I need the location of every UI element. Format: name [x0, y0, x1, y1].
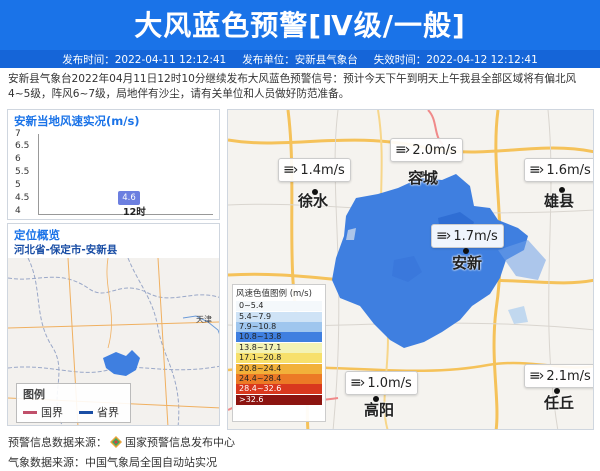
location-overview-panel: 定位概览 河北省-保定市-安新县 天津 图例 国界 省界 [7, 223, 220, 426]
legend-item-national-border: 国界 [23, 404, 63, 420]
legend-swatch-label: 24.4~28.4 [236, 373, 322, 384]
station-speed: 2.1m/s [546, 369, 591, 384]
legend-swatch-label: 0~5.4 [236, 301, 322, 312]
y-tick: 6 [15, 154, 21, 164]
legend-rows: 0~5.4 5.4~7.9 7.9~10.8 10.8~13.8 13.8~17.1 17… [236, 301, 322, 405]
publisher: 发布单位：安新县气象台 [242, 53, 358, 66]
wind-speed-panel: 安新当地风速实况(m/s) 7 6.5 6 5.5 5 4.5 4 4.6 12… [7, 109, 220, 220]
x-tick: 12时 [123, 207, 146, 218]
wind-icon: ≡› [350, 375, 365, 391]
national-border-swatch [23, 410, 37, 414]
location-title: 定位概览 [14, 228, 60, 242]
station-xiongxian-speed[interactable]: ≡› 1.6m/s [524, 158, 593, 182]
legend-swatch-label: 28.4~32.6 [236, 384, 322, 395]
station-xiongxian-name: 雄县 [544, 192, 575, 210]
station-xushui-speed[interactable]: ≡› 1.4m/s [278, 158, 351, 182]
station-anxin-name: 安新 [452, 254, 483, 272]
data-point-label[interactable]: 4.6 [118, 191, 140, 205]
publish-time: 发布时间：2022-04-11 12:12:41 [62, 53, 227, 66]
wind-speed-color-legend: 风速色值图例 (m/s) 0~5.4 5.4~7.9 7.9~10.8 10.8~13… [232, 284, 326, 422]
legend-row: 10.8~13.8 [236, 332, 322, 343]
station-speed: 2.0m/s [412, 143, 457, 158]
legend-title: 风速色值图例 (m/s) [236, 289, 312, 299]
warning-center-logo-icon [110, 436, 122, 448]
legend-swatch-label: 7.9~10.8 [236, 321, 322, 332]
station-gaoyang-speed[interactable]: ≡› 1.0m/s [345, 371, 418, 395]
legend-row: 24.4~28.4 [236, 373, 322, 384]
legend-row: >32.6 [236, 394, 322, 405]
warning-source-line: 预警信息数据来源： 国家预警信息发布中心 [8, 434, 235, 450]
warning-source-label: 预警信息数据来源： [8, 436, 107, 449]
province-border-swatch [79, 410, 93, 414]
y-tick: 4.5 [15, 193, 30, 203]
station-renqiu-speed[interactable]: ≡› 2.1m/s [524, 364, 593, 388]
legend-swatch-label: 10.8~13.8 [236, 332, 322, 343]
wind-icon: ≡› [395, 142, 410, 158]
legend-row: 5.4~7.9 [236, 311, 322, 322]
wind-icon: ≡› [283, 162, 298, 178]
station-speed: 1.6m/s [546, 163, 591, 178]
legend-row: 13.8~17.1 [236, 342, 322, 353]
station-rongcheng-name: 容城 [408, 169, 439, 187]
map-city-label: 天津 [196, 315, 212, 324]
wind-icon: ≡› [436, 228, 451, 244]
meta-bar: 发布时间：2022-04-11 12:12:41 发布单位：安新县气象台 失效时… [0, 50, 600, 68]
station-anxin-speed[interactable]: ≡› 1.7m/s [431, 224, 504, 248]
legend-row: 20.8~24.4 [236, 363, 322, 374]
legend-row: 7.9~10.8 [236, 321, 322, 332]
page-title: 大风蓝色预警[Ⅳ级/一般] [134, 9, 466, 42]
y-tick: 4 [15, 206, 21, 216]
y-axis [38, 134, 39, 214]
wind-icon: ≡› [529, 162, 544, 178]
station-xushui-name: 徐水 [298, 192, 329, 210]
header-banner: 大风蓝色预警[Ⅳ级/一般] 发布时间：2022-04-11 12:12:41 发… [0, 0, 600, 68]
warning-description: 安新县气象台2022年04月11日12时10分继续发布大风蓝色预警信号：预计今天… [8, 73, 577, 100]
y-tick: 6.5 [15, 141, 30, 151]
legend-swatch-label: 5.4~7.9 [236, 311, 322, 322]
legend-swatch-label: 13.8~17.1 [236, 342, 322, 353]
overview-map[interactable]: 天津 图例 国界 省界 [8, 257, 219, 425]
station-speed: 1.7m/s [453, 229, 498, 244]
legend-swatch-label: >32.6 [236, 394, 322, 405]
station-speed: 1.4m/s [300, 163, 345, 178]
legend-row: 17.1~20.8 [236, 353, 322, 364]
warning-source-name[interactable]: 国家预警信息发布中心 [125, 434, 235, 450]
legend-title: 图例 [23, 388, 45, 401]
legend-row: 0~5.4 [236, 301, 322, 312]
wind-speed-title: 安新当地风速实况(m/s) [14, 114, 140, 128]
expire-time: 失效时间：2022-04-12 12:12:41 [373, 53, 538, 66]
legend-item-province-border: 省界 [79, 404, 119, 420]
station-gaoyang-name: 高阳 [364, 401, 395, 419]
station-speed: 1.0m/s [367, 376, 412, 391]
station-renqiu-name: 任丘 [544, 394, 575, 412]
location-path: 河北省-保定市-安新县 [14, 244, 118, 256]
wind-icon: ≡› [529, 368, 544, 384]
legend-swatch-label: 17.1~20.8 [236, 353, 322, 364]
weather-source-line: 气象数据来源：中国气象局全国自动站实况 [8, 456, 217, 469]
legend-swatch-label: 20.8~24.4 [236, 363, 322, 374]
y-tick: 7 [15, 129, 21, 139]
station-rongcheng-speed[interactable]: ≡› 2.0m/s [390, 138, 463, 162]
map-legend: 图例 国界 省界 [16, 383, 131, 423]
legend-label: 国界 [41, 406, 63, 419]
legend-row: 28.4~32.6 [236, 384, 322, 395]
y-tick: 5 [15, 180, 21, 190]
legend-label: 省界 [97, 406, 119, 419]
y-tick: 5.5 [15, 167, 30, 177]
